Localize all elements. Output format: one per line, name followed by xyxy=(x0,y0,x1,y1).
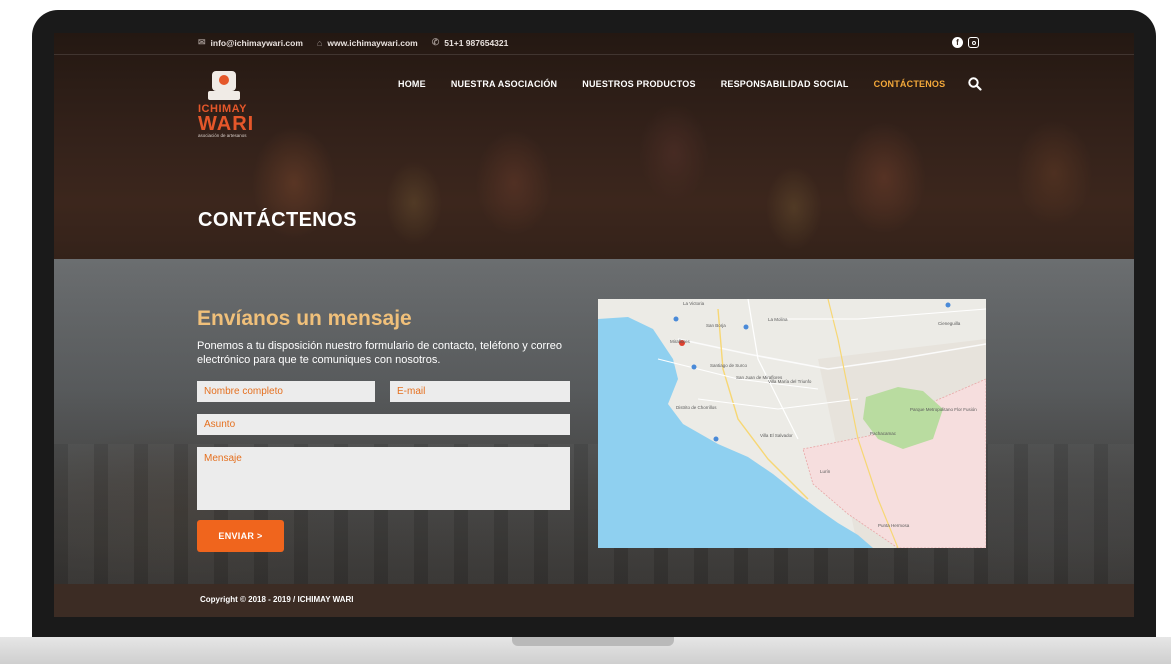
laptop-notch xyxy=(512,637,674,646)
top-bar: ✉ info@ichimaywari.com ⌂ www.ichimaywari… xyxy=(54,33,1134,55)
map-label: Villa María del Triunfo xyxy=(768,379,812,384)
map-label: Pachacamac xyxy=(870,431,897,436)
nav-item-productos[interactable]: NUESTROS PRODUCTOS xyxy=(582,79,695,89)
site-logo[interactable]: ICHIMAY WARI asociación de artesanos xyxy=(198,71,262,139)
subject-field[interactable]: Asunto xyxy=(197,414,570,435)
map-label: Miraflores xyxy=(670,339,690,344)
contact-email[interactable]: ✉ info@ichimaywari.com xyxy=(198,37,303,48)
map-label: Distrito de Chorrillos xyxy=(676,405,717,410)
contact-section: Envíanos un mensaje Ponemos a tu disposi… xyxy=(54,259,1134,584)
site-footer: Copyright © 2018 - 2019 / ICHIMAY WARI xyxy=(54,584,1134,617)
contact-website[interactable]: ⌂ www.ichimaywari.com xyxy=(317,38,418,48)
nav-item-responsabilidad[interactable]: RESPONSABILIDAD SOCIAL xyxy=(721,79,849,89)
contact-info: ✉ info@ichimaywari.com ⌂ www.ichimaywari… xyxy=(198,37,508,48)
map-label: Punta Hermosa xyxy=(878,523,910,528)
map-canvas xyxy=(598,299,986,548)
map-label: San Borja xyxy=(706,323,726,328)
logo-line2: WARI xyxy=(198,113,255,135)
email-icon: ✉ xyxy=(198,37,206,47)
phone-text: 51+1 987654321 xyxy=(444,37,509,48)
copyright-text: Copyright © 2018 - 2019 / ICHIMAY WARI xyxy=(200,595,354,604)
nav-item-asociacion[interactable]: NUESTRA ASOCIACIÓN xyxy=(451,79,557,89)
form-heading: Envíanos un mensaje xyxy=(197,307,412,330)
map-label: La Victoria xyxy=(683,301,705,306)
social-links: f xyxy=(952,37,979,48)
map-label: Cieneguilla xyxy=(938,321,961,326)
map-label: Santiago de Surco xyxy=(710,363,748,368)
form-description: Ponemos a tu disposición nuestro formula… xyxy=(197,340,563,366)
logo-mark-icon xyxy=(206,71,242,101)
nav-item-home[interactable]: HOME xyxy=(398,79,426,89)
main-nav: HOME NUESTRA ASOCIACIÓN NUESTROS PRODUCT… xyxy=(398,79,970,89)
map-label: La Molina xyxy=(768,317,788,322)
map-label: Villa El Salvador xyxy=(760,433,793,438)
facebook-icon[interactable]: f xyxy=(952,37,963,48)
send-button[interactable]: ENVIAR > xyxy=(197,520,284,552)
phone-icon: ✆ xyxy=(431,37,440,47)
instagram-icon[interactable] xyxy=(968,37,979,48)
nav-item-contactenos[interactable]: CONTÁCTENOS xyxy=(874,79,946,89)
page-title: CONTÁCTENOS xyxy=(198,209,357,231)
website-text: www.ichimaywari.com xyxy=(327,37,418,48)
name-field[interactable]: Nombre completo xyxy=(197,381,375,402)
home-icon: ⌂ xyxy=(316,37,323,48)
contact-phone[interactable]: ✆ 51+1 987654321 xyxy=(432,37,509,48)
map-label: Lurín xyxy=(820,469,831,474)
email-text: info@ichimaywari.com xyxy=(210,37,303,48)
message-field[interactable]: Mensaje xyxy=(197,447,570,510)
email-field[interactable]: E-mail xyxy=(390,381,570,402)
map-label: Parque Metropolitano Flor Fusión xyxy=(910,407,977,412)
screen: ✉ info@ichimaywari.com ⌂ www.ichimaywari… xyxy=(54,33,1134,617)
location-map[interactable]: La Victoria La Molina San Borja Miraflor… xyxy=(598,299,986,548)
search-icon[interactable] xyxy=(968,77,982,91)
